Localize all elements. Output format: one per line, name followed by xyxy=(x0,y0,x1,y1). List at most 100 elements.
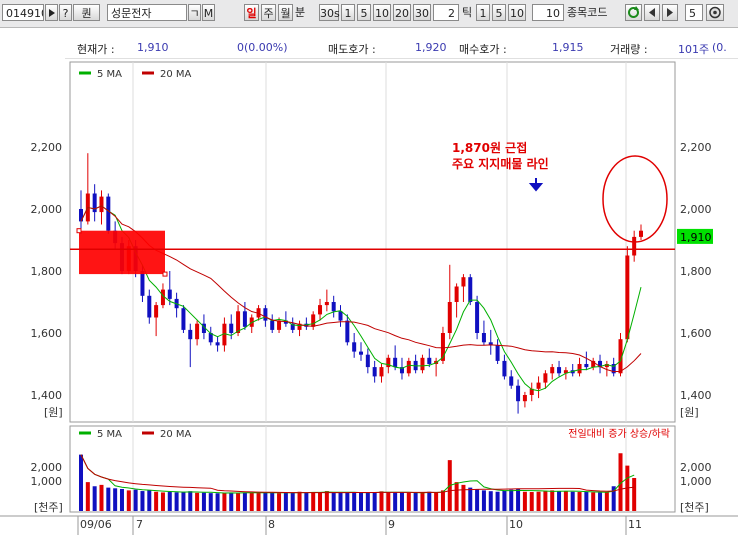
volume-tick-right: 2,000 xyxy=(680,461,712,474)
candle-body xyxy=(140,271,145,296)
candle-body xyxy=(447,302,452,333)
candle-body xyxy=(379,367,384,377)
date-label: 9 xyxy=(388,518,395,531)
minute-30s-button[interactable]: 30s xyxy=(319,4,340,21)
minute-20-button[interactable]: 20 xyxy=(393,4,411,21)
volume-bar xyxy=(440,490,445,511)
stock-name-field[interactable]: 성문전자 xyxy=(107,4,187,21)
candle-body xyxy=(338,311,343,321)
current-price-value: 1,910 xyxy=(137,41,169,54)
tick-1-button[interactable]: 1 xyxy=(476,4,490,21)
date-label: 11 xyxy=(628,518,642,531)
period-day-button[interactable]: 일 xyxy=(244,4,259,21)
minute-5-button[interactable]: 5 xyxy=(357,4,371,21)
volume-tick-left: 1,000 xyxy=(31,475,63,488)
stock-search-button[interactable]: ㄱ xyxy=(188,4,201,21)
candle-body xyxy=(639,230,643,237)
volume-bar xyxy=(174,492,179,511)
date-label: 09/06 xyxy=(80,518,112,531)
next-button[interactable] xyxy=(662,4,678,21)
candle-body xyxy=(311,314,316,327)
tick-10-button[interactable]: 10 xyxy=(508,4,526,21)
volume-bar xyxy=(481,490,486,511)
volume-bar xyxy=(154,491,159,511)
volume-bar xyxy=(133,489,138,511)
price-legend-label: 5 MA xyxy=(97,69,122,80)
candle-body xyxy=(536,382,541,389)
candle-body xyxy=(577,364,582,374)
volume-bar xyxy=(195,492,200,511)
volume-bar xyxy=(406,492,411,511)
price-tick-right: 1,600 xyxy=(680,327,712,340)
volume-bar xyxy=(413,492,418,511)
play-icon xyxy=(49,9,55,17)
candle-body xyxy=(331,302,336,312)
volume-bar xyxy=(434,492,439,511)
candle-body xyxy=(468,277,473,302)
volume-bar xyxy=(167,492,172,511)
candle-body xyxy=(365,354,370,368)
volume-bar xyxy=(352,492,357,511)
period-week-button[interactable]: 주 xyxy=(261,4,276,21)
help-button[interactable]: ? xyxy=(59,4,72,21)
volume-bar xyxy=(99,484,104,511)
tick-value-field[interactable]: 2 xyxy=(433,4,459,21)
volume-bar xyxy=(598,492,603,511)
price-tick-right: 2,200 xyxy=(680,141,712,154)
volume-bar xyxy=(475,489,480,511)
volume-bar xyxy=(550,490,555,511)
stock-code-field[interactable]: 014910 xyxy=(2,4,44,21)
price-tick-right: 1,400 xyxy=(680,389,712,402)
volume-bar xyxy=(85,482,90,511)
count-field[interactable]: 5 xyxy=(685,4,703,21)
volume-bar xyxy=(92,486,97,511)
zone-handle xyxy=(76,228,82,234)
volume-bar xyxy=(106,487,111,511)
candle-body xyxy=(236,311,241,333)
candle-body xyxy=(584,364,589,368)
settings-button[interactable] xyxy=(706,4,724,21)
candle-body xyxy=(393,357,398,368)
volume-tick-left: 2,000 xyxy=(31,461,63,474)
volume-label: 거래량 : xyxy=(610,43,648,56)
volume-bar xyxy=(290,492,295,511)
price-unit-left: [원] xyxy=(44,406,63,419)
candle-body xyxy=(475,302,480,333)
volume-bar xyxy=(147,490,152,511)
candle-body xyxy=(324,302,329,306)
current-price-label: 현재가 : xyxy=(77,43,115,56)
candle-body xyxy=(352,342,357,352)
prev-button[interactable] xyxy=(644,4,660,21)
minute-1-button[interactable]: 1 xyxy=(341,4,355,21)
tick-label: 틱 xyxy=(462,6,473,19)
volume-bar xyxy=(249,492,254,511)
play-button[interactable] xyxy=(45,4,58,21)
support-highlight-zone xyxy=(79,230,165,275)
refresh-button[interactable] xyxy=(625,4,642,21)
ask-price-value: 1,920 xyxy=(415,41,447,54)
volume-bar xyxy=(160,492,165,511)
candle-body xyxy=(215,342,220,346)
zone-handle xyxy=(162,271,168,277)
candle-body xyxy=(359,351,363,355)
stock-chart[interactable]: 1,400 1,400 1,600 1,600 1,800 1,800 2,000 2,000… xyxy=(0,0,738,535)
shortcut-button[interactable]: 퀀 xyxy=(73,4,100,21)
volume-bar xyxy=(242,492,247,511)
price-info-bar: 현재가 : 1,910 0(0.00%) 매도호가 : 1,920 매수호가 :… xyxy=(65,38,738,59)
tick-5-button[interactable]: 5 xyxy=(492,4,506,21)
minute-10-button[interactable]: 10 xyxy=(373,4,391,21)
volume-bar xyxy=(140,491,145,511)
volume-bar xyxy=(277,493,282,511)
candle-body xyxy=(167,289,172,299)
candle-body xyxy=(557,367,562,374)
info-fragment: (0. xyxy=(712,41,727,54)
minute-30-button[interactable]: 30 xyxy=(413,4,431,21)
price-tick-right: 2,000 xyxy=(680,203,712,216)
period-minute-label: 분 xyxy=(295,6,306,19)
date-label: 7 xyxy=(136,518,143,531)
tick-count-field[interactable]: 10 xyxy=(532,4,564,21)
candle-body xyxy=(420,357,425,371)
period-month-button[interactable]: 월 xyxy=(278,4,293,21)
candle-body xyxy=(625,255,630,340)
stock-memo-button[interactable]: M xyxy=(202,4,215,21)
